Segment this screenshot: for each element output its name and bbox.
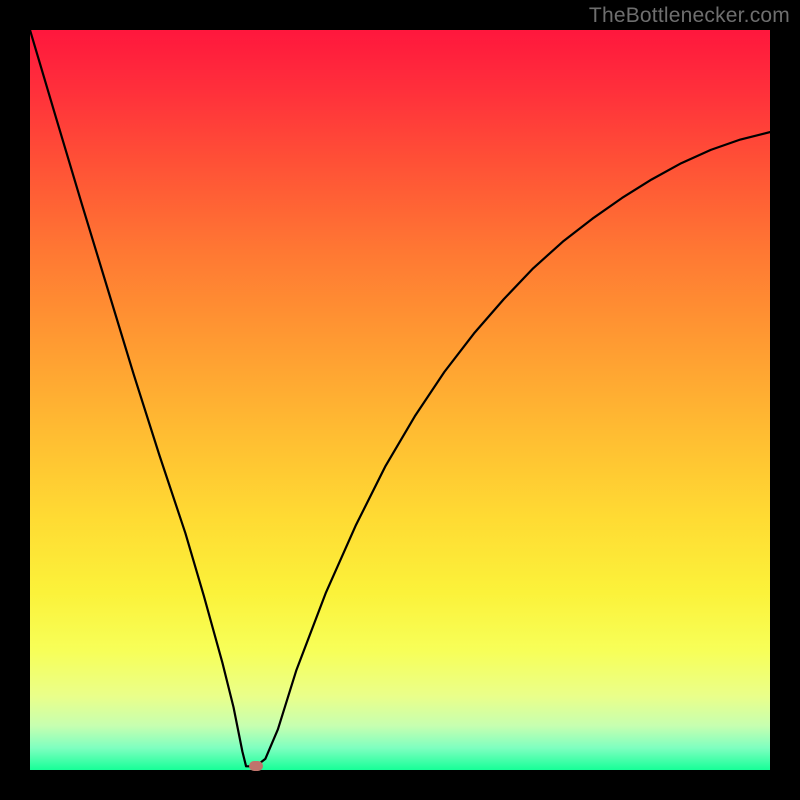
bottleneck-curve: [30, 30, 770, 766]
plot-area: [30, 30, 770, 770]
attribution-text: TheBottlenecker.com: [589, 4, 790, 28]
curve-svg: [30, 30, 770, 770]
chart-frame: TheBottlenecker.com: [0, 0, 800, 800]
optimal-point-marker: [249, 761, 263, 771]
